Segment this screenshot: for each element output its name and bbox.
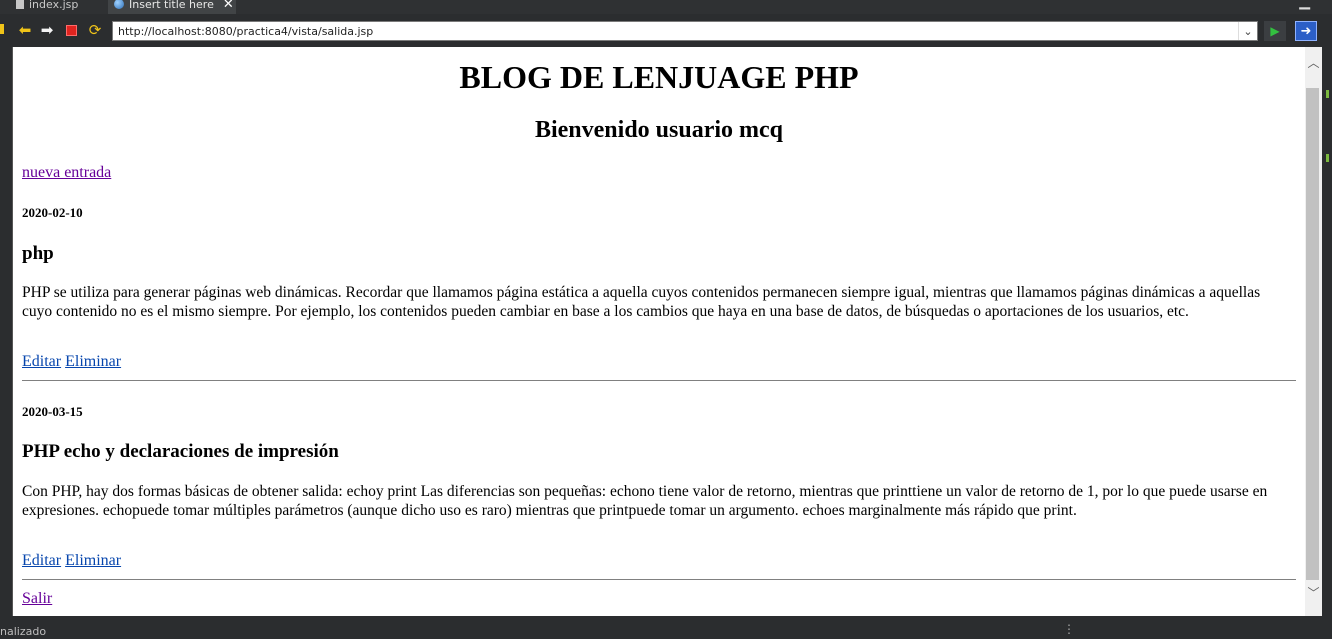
open-external-button[interactable]: ➜ [1295,21,1317,41]
post-title: php [22,243,54,264]
forward-button[interactable]: ➡ [38,21,56,39]
arrow-left-icon: ⬅ [18,20,32,39]
marker-icon [1326,154,1329,162]
tab-index-jsp[interactable]: index.jsp [16,0,108,14]
post-title: PHP echo y declaraciones de impresión [22,441,339,462]
post-divider [22,380,1296,381]
post-actions: Editar Eliminar [22,353,121,371]
editor-tab-strip: index.jsp Insert title here ✕ ▁ [0,0,1332,14]
delete-link[interactable]: Eliminar [65,552,121,569]
new-entry-link[interactable]: nueva entrada [22,164,111,182]
page-title: BLOG DE LENJUAGE PHP [459,59,859,95]
play-icon: ▶ [1270,24,1280,38]
tab-label: index.jsp [29,0,79,11]
post-date: 2020-03-15 [22,404,83,419]
chevron-up-icon[interactable]: ︿ [1305,54,1322,71]
post-divider [22,579,1296,580]
edit-link[interactable]: Editar [22,353,61,370]
stop-button[interactable] [62,21,80,39]
external-arrow-icon: ➜ [1300,23,1312,39]
globe-icon [114,0,124,9]
web-page: BLOG DE LENJUAGE PHP Bienvenido usuario … [13,47,1305,616]
blog-post: 2020-02-10 php PHP se utiliza para gener… [22,205,1298,381]
post-date: 2020-02-10 [22,205,83,220]
blog-post: 2020-03-15 PHP echo y declaraciones de i… [22,404,1298,580]
chevron-down-icon[interactable]: ⌄ [1238,22,1257,40]
minimize-icon[interactable]: ▁ [1299,0,1310,10]
browser-toolbar: ⬅ ➡ ⟳ ⌄ ▶ ➜ [0,14,1332,46]
vertical-scrollbar[interactable]: ︿ ﹀ [1305,47,1322,616]
post-body: PHP se utiliza para generar páginas web … [22,284,1261,320]
tab-browser[interactable]: Insert title here ✕ [108,0,236,14]
address-bar[interactable]: ⌄ [112,21,1258,41]
back-button[interactable]: ⬅ [16,21,34,39]
post-actions: Editar Eliminar [22,552,121,570]
edge-marker [0,24,4,34]
delete-link[interactable]: Eliminar [65,353,121,370]
refresh-icon: ⟳ [88,20,102,39]
chevron-down-icon[interactable]: ﹀ [1305,584,1322,601]
go-button[interactable]: ▶ [1264,21,1286,41]
url-input[interactable] [113,22,1238,40]
ide-gutter [1324,40,1332,620]
status-bar: nalizado ⋮ [0,619,1332,639]
tab-label: Insert title here [129,0,214,11]
close-icon[interactable]: ✕ [223,0,234,11]
scrollbar-thumb[interactable] [1306,88,1319,580]
arrow-right-icon: ➡ [40,20,54,39]
grip-icon[interactable]: ⋮ [1063,622,1075,636]
welcome-heading: Bienvenido usuario mcq [534,117,784,143]
refresh-button[interactable]: ⟳ [86,21,104,39]
edit-link[interactable]: Editar [22,552,61,569]
browser-viewport: BLOG DE LENJUAGE PHP Bienvenido usuario … [12,47,1322,616]
marker-icon [1326,90,1329,98]
file-icon [16,0,24,9]
status-text: nalizado [0,625,47,638]
logout-link[interactable]: Salir [22,590,52,608]
stop-icon [65,24,77,36]
post-body: Con PHP, hay dos formas básicas de obten… [22,483,1268,519]
